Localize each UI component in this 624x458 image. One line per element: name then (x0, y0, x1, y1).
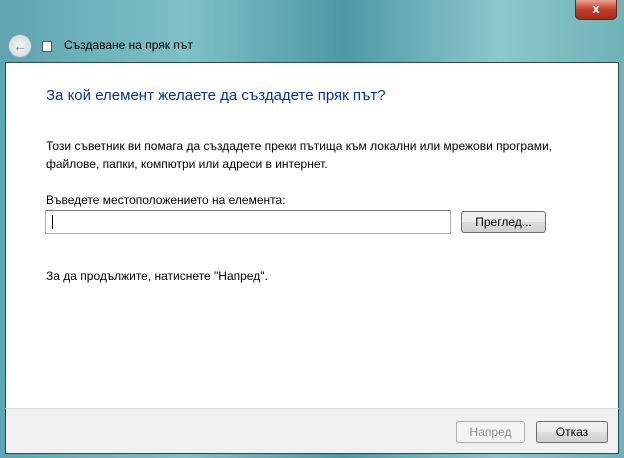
wizard-content: За кой елемент желаете да създадете пряк… (5, 62, 619, 409)
next-button[interactable]: Напред (456, 421, 525, 443)
browse-button[interactable]: Преглед... (461, 211, 546, 233)
text-caret (52, 215, 53, 229)
description-text: Този съветник ви помага да създадете пре… (46, 139, 552, 171)
window-title: Създаване на пряк път (64, 38, 193, 52)
location-label: Въведете местоположението на елемента: (46, 193, 286, 207)
location-input[interactable] (45, 210, 451, 234)
shortcut-icon (42, 41, 52, 52)
page-heading: За кой елемент желаете да създадете пряк… (46, 87, 386, 104)
wizard-window: x ← Създаване на пряк път За кой елемент… (0, 0, 624, 458)
cancel-button[interactable]: Отказ (536, 421, 608, 443)
continue-hint: За да продължите, натиснете "Напред". (46, 269, 268, 283)
wizard-footer: Напред Отказ (5, 408, 619, 454)
back-arrow-icon[interactable]: ← (8, 34, 32, 58)
close-button[interactable]: x (575, 0, 617, 20)
